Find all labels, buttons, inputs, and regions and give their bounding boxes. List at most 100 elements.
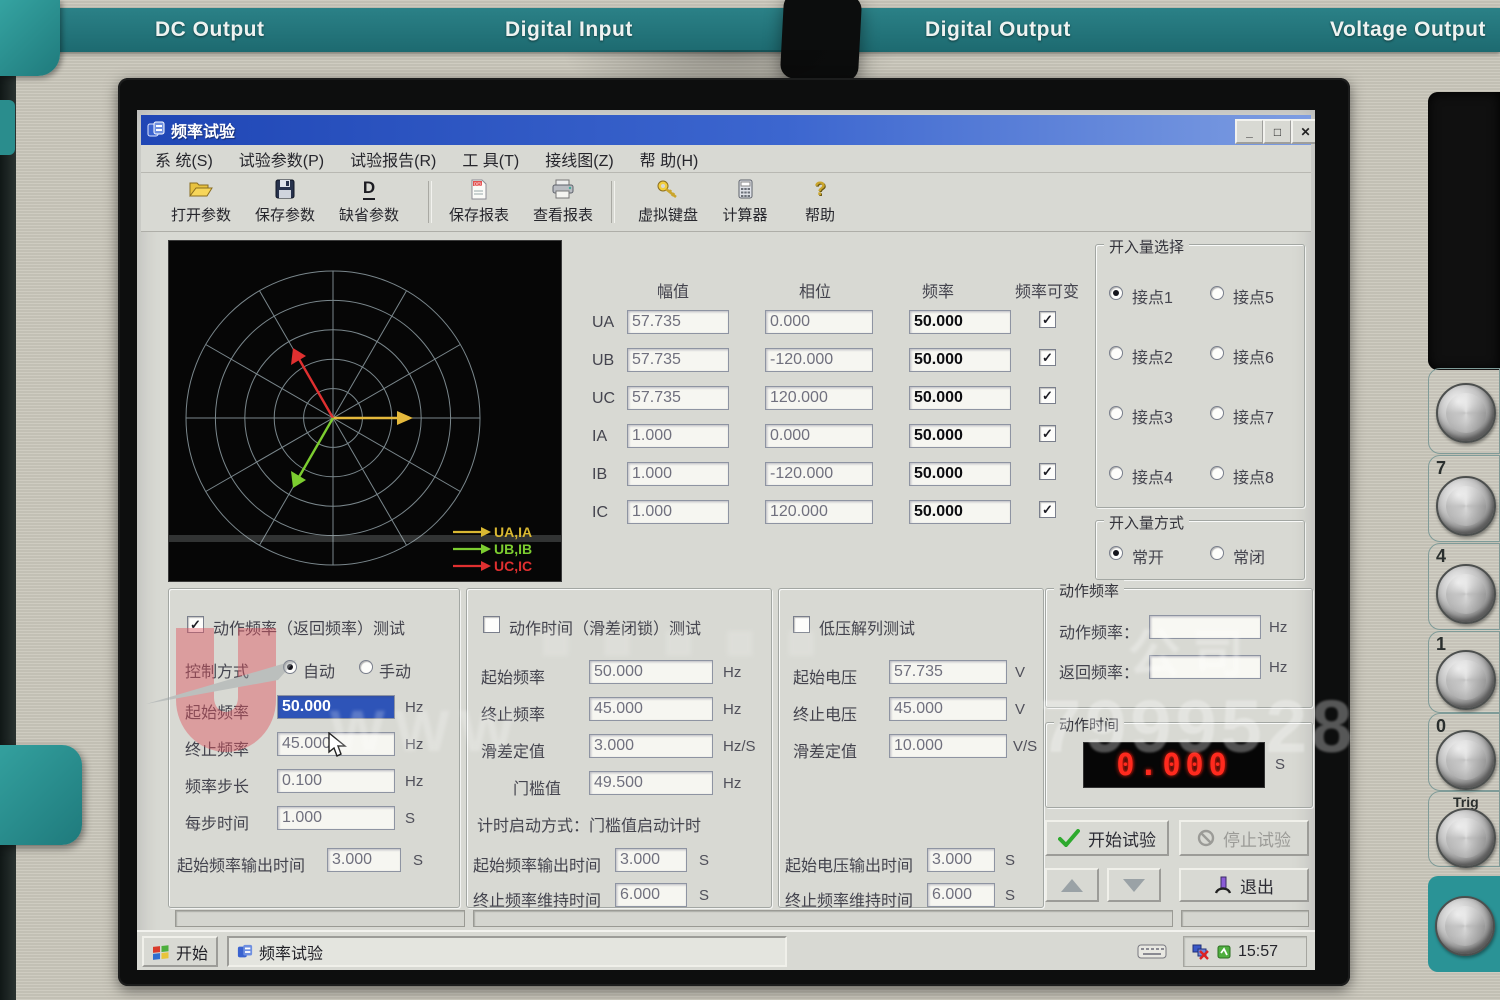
toolbar-save-params[interactable]: 保存参数 <box>246 176 324 228</box>
contact-5-label: 接点5 <box>1233 284 1274 308</box>
tt-threshold-field[interactable]: 49.500 <box>589 771 713 795</box>
hw-button-4[interactable] <box>1436 564 1496 624</box>
start-freq-output-time-field[interactable]: 3.000 <box>327 848 401 872</box>
ub-freq-variable-checkbox[interactable]: ✓ <box>1039 349 1056 366</box>
contact-5-radio[interactable] <box>1210 286 1224 300</box>
tt-start-freq-field[interactable]: 50.000 <box>589 660 713 684</box>
vt-start-volt-unit: V <box>1015 664 1025 681</box>
auto-radio[interactable] <box>283 660 297 674</box>
menu-test-report[interactable]: 试验报告(R) <box>350 147 436 171</box>
ib-phase-field[interactable]: -120.000 <box>765 462 873 486</box>
time-test-checkbox[interactable] <box>483 616 500 633</box>
toolbar-save-report[interactable]: DEL 保存报表 <box>440 176 518 228</box>
scroll-up-button[interactable] <box>1045 868 1099 902</box>
window-titlebar[interactable]: 频率试验 <box>141 115 1311 145</box>
ia-freq-variable-checkbox[interactable]: ✓ <box>1039 425 1056 442</box>
contact-1-radio[interactable] <box>1109 286 1123 300</box>
field-value: 50.000 <box>914 427 963 445</box>
vt-start-volt-field[interactable]: 57.735 <box>889 660 1007 684</box>
ic-freq-variable-checkbox[interactable]: ✓ <box>1039 501 1056 518</box>
contact-8-radio[interactable] <box>1210 466 1224 480</box>
toolbar-virtual-keyboard[interactable]: 虚拟键盘 <box>629 176 707 228</box>
maximize-button[interactable]: □ <box>1263 119 1292 144</box>
menu-wiring-diagram[interactable]: 接线图(Z) <box>545 147 613 171</box>
ic-phase-field[interactable]: 120.000 <box>765 500 873 524</box>
contact-3-radio[interactable] <box>1109 406 1123 420</box>
hw-button-teal[interactable] <box>1435 896 1495 956</box>
manual-radio[interactable] <box>359 660 373 674</box>
tt-start-output-time-field[interactable]: 3.000 <box>615 848 687 872</box>
minimize-button[interactable]: _ <box>1235 119 1264 144</box>
toolbar-help[interactable]: ? 帮助 <box>791 176 849 228</box>
panel-top-band: DC Output Digital Input Digital Output V… <box>0 8 1500 52</box>
keyboard-icon[interactable] <box>1137 942 1167 960</box>
ua-frequency-field[interactable]: 50.000 <box>909 310 1011 334</box>
voltage-test-checkbox[interactable] <box>793 616 810 633</box>
vt-end-volt-field[interactable]: 45.000 <box>889 697 1007 721</box>
field-value: 50.000 <box>914 389 963 407</box>
action-freq-field[interactable] <box>1149 615 1261 639</box>
start-test-button[interactable]: 开始试验 <box>1045 820 1169 856</box>
start-freq-field[interactable]: 50.000 <box>277 695 395 719</box>
hw-button-1[interactable] <box>1436 650 1496 710</box>
ub-amplitude-field[interactable]: 57.735 <box>627 348 729 372</box>
contact-1-label: 接点1 <box>1132 284 1173 308</box>
tt-threshold-label: 门槛值 <box>513 775 561 799</box>
menu-system[interactable]: 系 统(S) <box>155 147 213 171</box>
ua-phase-field[interactable]: 0.000 <box>765 310 873 334</box>
uc-amplitude-field[interactable]: 57.735 <box>627 386 729 410</box>
return-freq-field[interactable] <box>1149 655 1261 679</box>
menu-tools[interactable]: 工 具(T) <box>462 147 519 171</box>
ia-frequency-field[interactable]: 50.000 <box>909 424 1011 448</box>
contact-4-radio[interactable] <box>1109 466 1123 480</box>
hw-button-blank[interactable] <box>1436 383 1496 443</box>
vt-end-hold-time-field[interactable]: 6.000 <box>927 883 995 907</box>
ub-phase-field[interactable]: -120.000 <box>765 348 873 372</box>
menu-test-params[interactable]: 试验参数(P) <box>239 147 324 171</box>
ub-frequency-field[interactable]: 50.000 <box>909 348 1011 372</box>
normally-open-radio[interactable] <box>1109 546 1123 560</box>
ib-amplitude-field[interactable]: 1.000 <box>627 462 729 486</box>
ia-amplitude-field[interactable]: 1.000 <box>627 424 729 448</box>
stop-test-button[interactable]: 停止试验 <box>1179 820 1309 856</box>
input-method-icon[interactable] <box>1216 944 1232 960</box>
toolbar-default-params[interactable]: D 缺省参数 <box>330 176 408 228</box>
ia-phase-field[interactable]: 0.000 <box>765 424 873 448</box>
tt-end-freq-field[interactable]: 45.000 <box>589 697 713 721</box>
normally-closed-radio[interactable] <box>1210 546 1224 560</box>
contact-6-radio[interactable] <box>1210 346 1224 360</box>
ib-freq-variable-checkbox[interactable]: ✓ <box>1039 463 1056 480</box>
hw-button-7[interactable] <box>1436 476 1496 536</box>
hw-button-trig[interactable] <box>1436 808 1496 868</box>
ua-amplitude-field[interactable]: 57.735 <box>627 310 729 334</box>
toolbar-open-params[interactable]: 打开参数 <box>162 176 240 228</box>
ic-frequency-field[interactable]: 50.000 <box>909 500 1011 524</box>
uc-freq-variable-checkbox[interactable]: ✓ <box>1039 387 1056 404</box>
taskbar-task-freq-test[interactable]: 频率试验 <box>227 936 787 967</box>
scroll-down-button[interactable] <box>1107 868 1161 902</box>
start-menu-button[interactable]: 开始 <box>142 936 218 967</box>
freq-step-field[interactable]: 0.100 <box>277 769 395 793</box>
ic-amplitude-field[interactable]: 1.000 <box>627 500 729 524</box>
exit-button[interactable]: 退出 <box>1179 868 1309 902</box>
tt-end-hold-time-field[interactable]: 6.000 <box>615 883 687 907</box>
hw-button-0[interactable] <box>1436 730 1496 790</box>
contact-7-radio[interactable] <box>1210 406 1224 420</box>
vt-start-output-time-field[interactable]: 3.000 <box>927 848 995 872</box>
uc-phase-field[interactable]: 120.000 <box>765 386 873 410</box>
ib-frequency-field[interactable]: 50.000 <box>909 462 1011 486</box>
freq-test-checkbox[interactable]: ✓ <box>187 616 204 633</box>
toolbar-calculator[interactable]: 计算器 <box>713 176 777 228</box>
close-button[interactable]: ✕ <box>1291 119 1315 144</box>
vt-slip-field[interactable]: 10.000 <box>889 734 1007 758</box>
step-time-field[interactable]: 1.000 <box>277 806 395 830</box>
tt-slip-field[interactable]: 3.000 <box>589 734 713 758</box>
toolbar-view-report[interactable]: 查看报表 <box>524 176 602 228</box>
green-check-icon <box>1058 829 1080 847</box>
network-offline-icon[interactable] <box>1192 944 1210 960</box>
contact-2-radio[interactable] <box>1109 346 1123 360</box>
statusbar-segment-3 <box>1181 910 1309 927</box>
menu-help[interactable]: 帮 助(H) <box>640 147 699 171</box>
ua-freq-variable-checkbox[interactable]: ✓ <box>1039 311 1056 328</box>
uc-frequency-field[interactable]: 50.000 <box>909 386 1011 410</box>
